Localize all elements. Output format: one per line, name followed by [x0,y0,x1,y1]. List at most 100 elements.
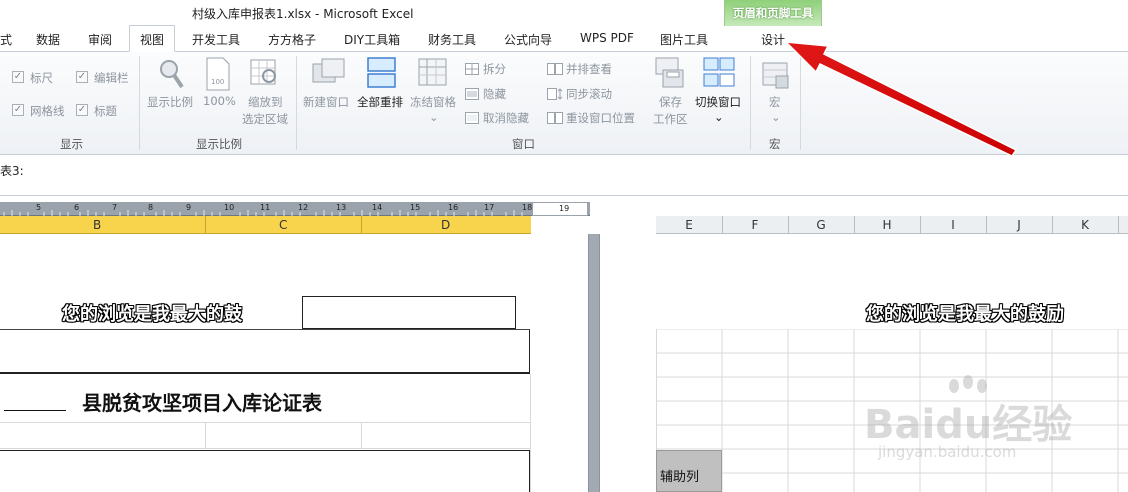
edit-bar-label: 编辑栏 [94,71,129,85]
side-by-side-icon [547,63,563,75]
reset-window-icon [547,112,563,124]
zoom-button[interactable]: 显示比例 [147,94,193,110]
column-header-c[interactable]: C [279,218,287,232]
arrow-shape [783,41,1018,157]
column-header-d[interactable]: D [441,218,450,232]
tab-fangfangezi[interactable]: 方方格子 [268,31,316,48]
helper-column-cell[interactable]: 辅助列 [656,450,722,492]
ruler-number: 18 [522,203,533,212]
chevron-down-icon: ⌄ [714,110,724,124]
synchronous-scrolling-button[interactable]: 同步滚动 [566,86,612,102]
chevron-down-icon: ⌄ [429,110,439,124]
ruler-number: 7 [112,203,118,212]
header-banner-text: 您的浏览是我最大的鼓 [62,304,242,325]
sync-scroll-icon [547,88,563,100]
ruler-number: 12 [298,203,309,212]
column-header-b[interactable]: B [93,218,101,232]
edit-bar-checkbox[interactable]: ✓ [76,71,88,83]
tab-diy-toolbox[interactable]: DIY工具箱 [344,31,400,48]
group-separator [750,56,751,150]
zoom-selection-icon [250,59,276,85]
column-header-i[interactable]: I [920,218,986,232]
ruler-checkbox[interactable]: ✓ [12,71,24,83]
headings-label: 标题 [94,104,117,118]
group-label-macro: 宏 [769,137,781,151]
reset-window-position-button[interactable]: 重设窗口位置 [566,110,635,126]
helper-column-label: 辅助列 [660,470,700,485]
macro-button[interactable]: 宏 [769,94,781,110]
column-header-e[interactable]: E [656,218,722,232]
split-icon [465,63,479,75]
view-side-by-side-button[interactable]: 并排查看 [566,61,612,77]
tab-formula-partial[interactable]: 式 [0,31,12,48]
switch-windows-icon [703,57,735,87]
svg-text:100: 100 [211,78,224,86]
formula-bar[interactable]: 表3: [0,156,1128,196]
column-divider [361,216,362,234]
tab-view[interactable]: 视图 [129,25,176,52]
column-header-h[interactable]: H [854,218,920,232]
gridline [0,448,530,449]
split-button[interactable]: 拆分 [483,61,506,77]
ruler-number: 11 [260,203,271,212]
freeze-panes-icon [418,58,447,86]
ruler-light-segment: 19 [532,202,588,216]
header-edit-box[interactable] [302,296,516,329]
column-header-j[interactable]: J [986,218,1052,232]
window-split-bar[interactable] [588,234,600,492]
zoom-100-button[interactable]: 100% [203,94,236,108]
gridlines-checkbox[interactable]: ✓ [12,104,24,116]
unhide-icon [465,112,479,124]
formula-bar-text: 表3: [0,164,24,178]
new-window-button[interactable]: 新建窗口 [303,94,349,110]
group-separator [139,56,140,150]
red-arrow-annotation [783,41,1018,157]
hide-button[interactable]: 隐藏 [483,86,506,102]
horizontal-ruler: 5 6 7 8 9 10 11 12 13 14 15 16 17 18 19 [0,202,590,216]
gridline [530,374,531,492]
switch-windows-button[interactable]: 切换窗口 [695,94,741,110]
unhide-button[interactable]: 取消隐藏 [483,110,529,126]
context-tab-label: 页眉和页脚工具 [732,6,814,20]
ruler-number: 14 [372,203,383,212]
ruler-number: 15 [410,203,421,212]
group-label-zoom: 显示比例 [196,137,242,151]
headings-checkbox[interactable]: ✓ [76,104,88,116]
window-title: 村级入库申报表1.xlsx - Microsoft Excel [192,7,414,21]
gridlines-label: 网格线 [30,104,65,118]
tab-review[interactable]: 审阅 [88,31,112,48]
tab-developer[interactable]: 开发工具 [192,31,240,48]
ruler-number: 13 [336,203,347,212]
freeze-panes-button[interactable]: 冻结窗格 [410,94,456,110]
tab-picture-tools[interactable]: 图片工具 [660,31,708,48]
column-header-g[interactable]: G [788,218,854,232]
group-label-show: 显示 [60,137,83,151]
column-headers-left: B C D [0,216,531,234]
merged-cell-title-row[interactable] [0,330,530,374]
arrange-all-icon [367,57,396,88]
tab-data[interactable]: 数据 [36,31,60,48]
gridline [0,422,530,423]
tab-formula-wizard[interactable]: 公式向导 [504,31,552,48]
save-workspace-button[interactable]: 保存 [659,94,682,110]
new-window-icon [312,58,345,83]
ruler-number: 10 [224,203,235,212]
hide-icon [465,88,479,100]
gridline [205,422,206,448]
ruler-number: 19 [559,204,570,213]
baidu-watermark-url: jingyan.baidu.com [878,443,1017,461]
column-header-k[interactable]: K [1052,218,1118,232]
tab-finance-tools[interactable]: 财务工具 [428,31,476,48]
zoom-to-selection-button[interactable]: 缩放到 [248,94,283,110]
arrange-all-button[interactable]: 全部重排 [357,94,403,110]
save-workspace-icon [655,57,684,88]
sheet-heading: 县脱贫攻坚项目入库论证表 [82,391,322,415]
column-header-f[interactable]: F [722,218,788,232]
ruler-number: 16 [448,203,459,212]
blank-underline [4,410,66,411]
column-divider [1118,216,1119,234]
worksheet-page-left[interactable]: 您的浏览是我最大的鼓 县脱贫攻坚项目入库论证表 [0,234,588,492]
tab-wps-pdf[interactable]: WPS PDF [580,31,634,45]
worksheet-page-right[interactable]: 您的浏览是我最大的鼓励 辅助列 [600,234,1128,492]
ruler-number: 8 [148,203,154,212]
